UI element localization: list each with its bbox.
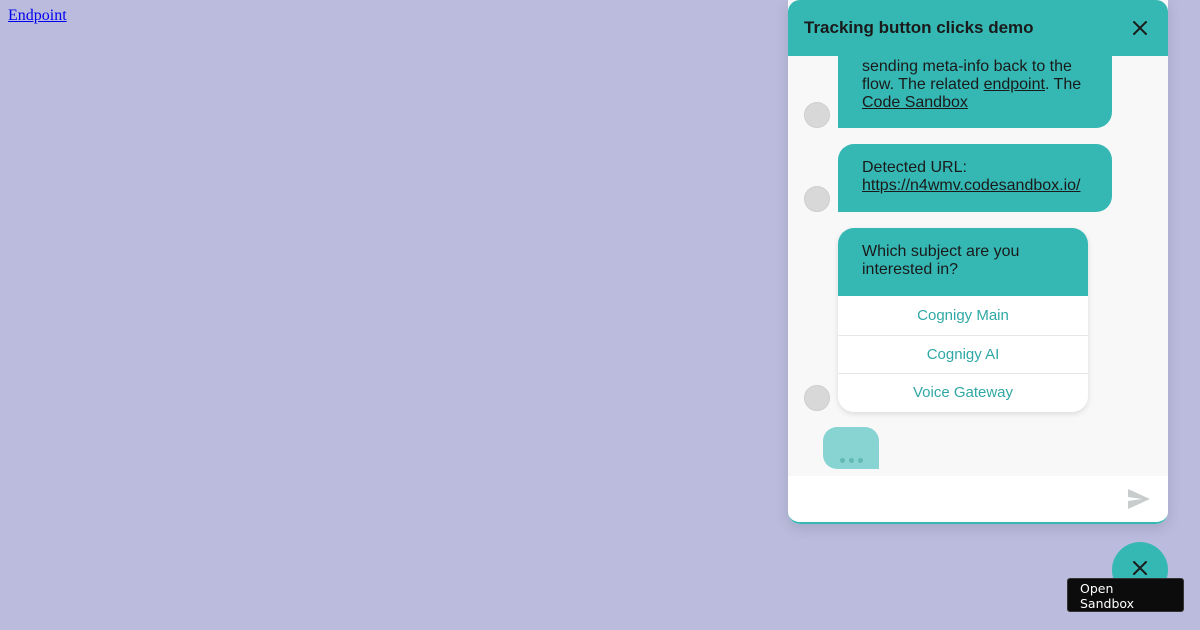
message-bubble: Detected URL: https://n4wmv.codesandbox.… <box>838 144 1112 212</box>
bot-avatar <box>804 102 830 128</box>
endpoint-link[interactable]: Endpoint <box>8 7 67 25</box>
message-input-bar <box>788 476 1168 524</box>
detected-url-link[interactable]: https://n4wmv.codesandbox.io/ <box>862 177 1081 194</box>
typing-dot <box>848 458 854 463</box>
webchat-title: Tracking button clicks demo <box>804 18 1034 37</box>
open-sandbox-label: Open <box>1080 581 1114 596</box>
quick-reply-button-voice-gateway[interactable]: Voice Gateway <box>838 373 1088 412</box>
message-text: sending meta-info back to the <box>862 58 1072 75</box>
message-input[interactable] <box>804 479 1126 519</box>
bot-avatar <box>804 385 830 411</box>
open-sandbox-button[interactable]: Open Sandbox <box>1067 578 1184 612</box>
bot-avatar <box>804 186 830 212</box>
close-icon[interactable] <box>1128 16 1152 40</box>
chat-history[interactable]: sending meta-info back to the flow. The … <box>788 56 1168 476</box>
quick-reply-button-cognigy-ai[interactable]: Cognigy AI <box>838 334 1088 373</box>
typing-indicator <box>823 427 879 469</box>
message-text: Detected URL: <box>862 159 967 176</box>
typing-dot <box>839 458 845 463</box>
endpoint-inline-link[interactable]: endpoint <box>984 76 1045 93</box>
quick-reply-question: Which subject are you interested in? <box>838 228 1088 296</box>
webchat-header: Tracking button clicks demo <box>788 0 1168 56</box>
typing-dot <box>857 458 863 463</box>
webchat-window: Tracking button clicks demo sending meta… <box>788 0 1168 524</box>
send-icon[interactable] <box>1126 486 1152 512</box>
quick-reply-button-cognigy-main[interactable]: Cognigy Main <box>838 296 1088 335</box>
message-text: . The <box>1044 76 1082 93</box>
open-sandbox-label: Sandbox <box>1080 596 1135 611</box>
message-text: flow. The related <box>862 76 984 93</box>
code-sandbox-link[interactable]: Code Sandbox <box>862 94 968 111</box>
message-bubble: sending meta-info back to the flow. The … <box>838 56 1112 128</box>
quick-reply-card: Which subject are you interested in? Cog… <box>838 228 1088 412</box>
